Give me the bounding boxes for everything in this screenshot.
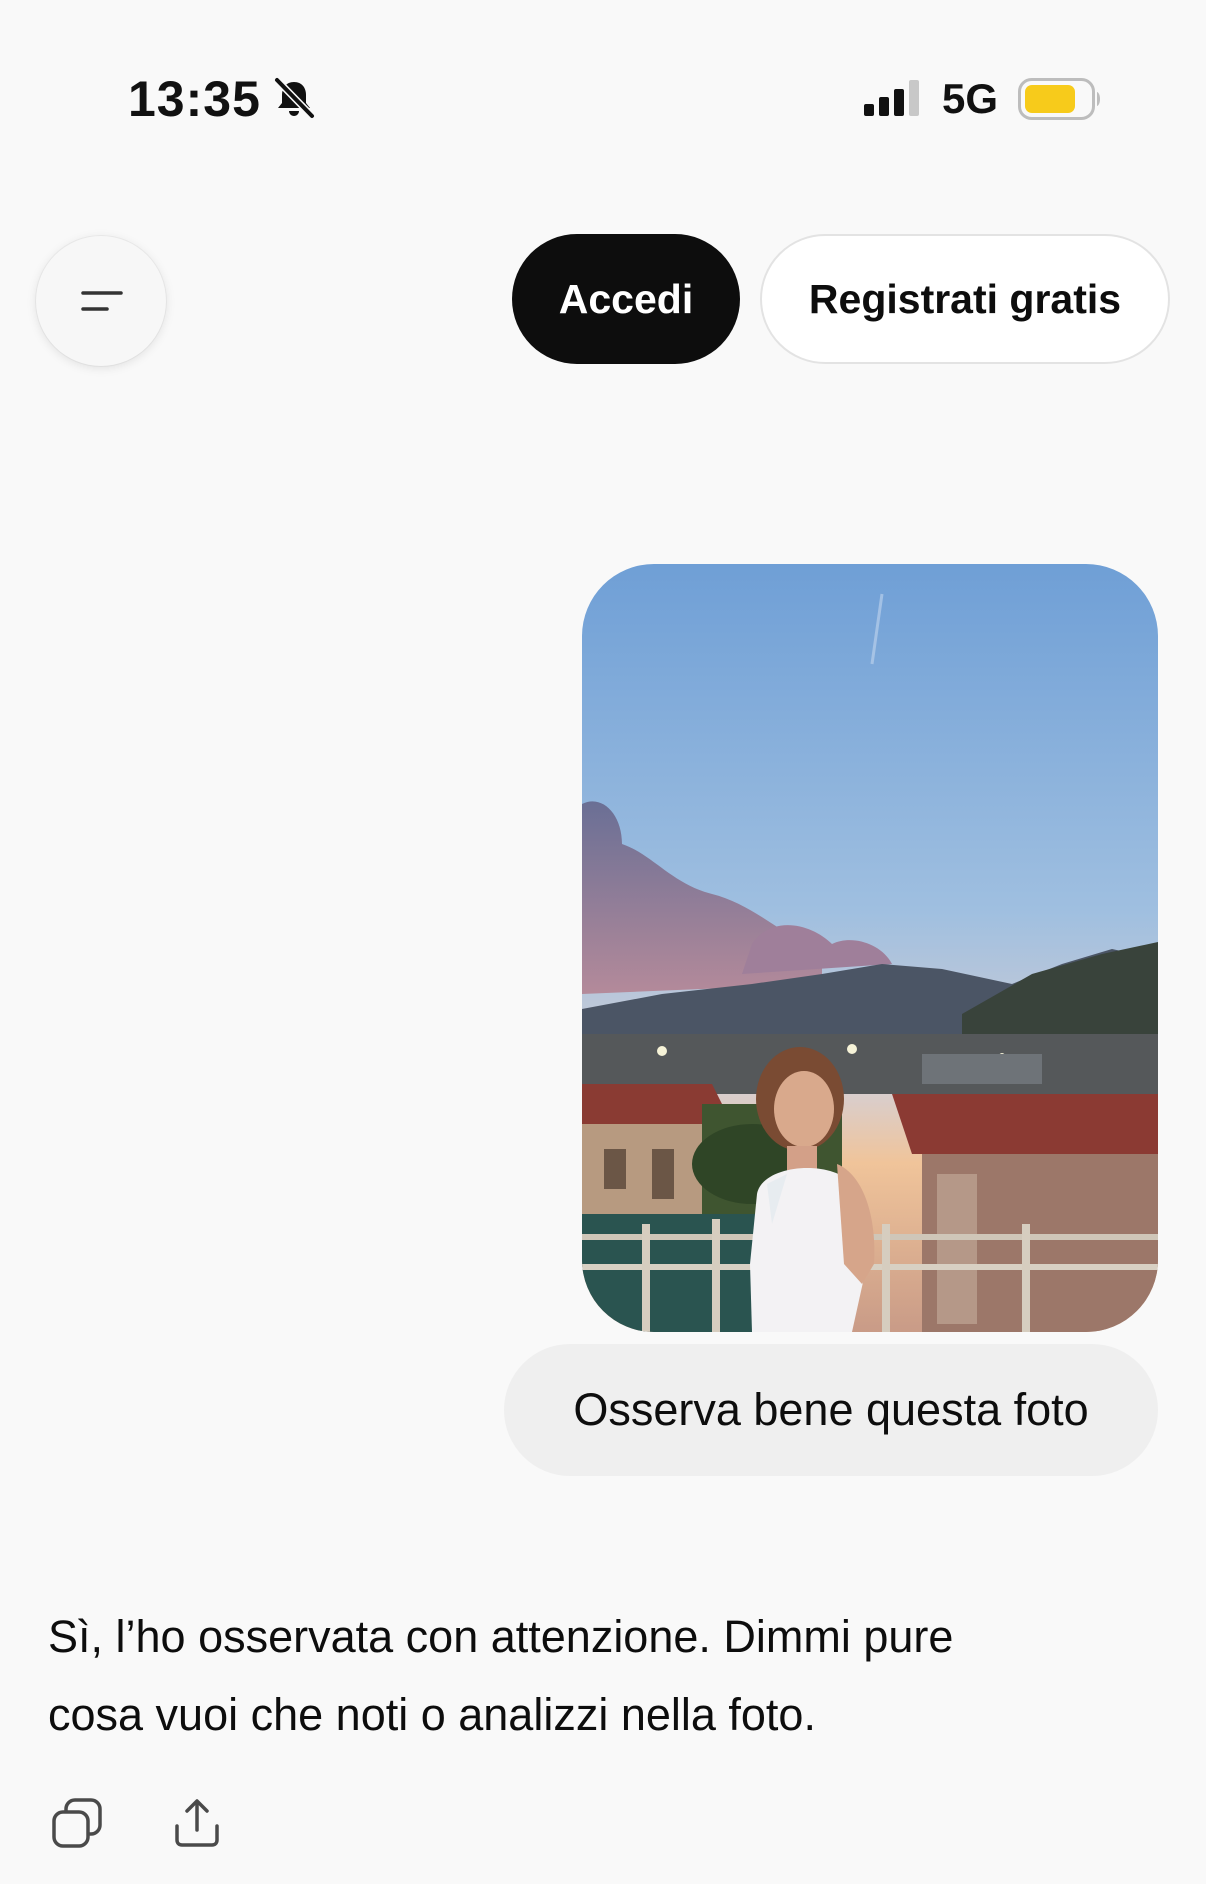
user-message-bubble: Osserva bene questa foto xyxy=(504,1344,1158,1476)
photo-illustration xyxy=(582,564,1158,1332)
signup-button[interactable]: Registrati gratis xyxy=(760,234,1170,364)
battery-icon xyxy=(1018,78,1100,120)
status-bar: 13:35 5G xyxy=(0,0,1206,190)
bell-slash-icon xyxy=(273,76,316,120)
assistant-message: Sì, l’ho osservata con attenzione. Dimmi… xyxy=(48,1611,954,1740)
menu-lines-icon xyxy=(81,291,123,311)
copy-button[interactable] xyxy=(50,1796,104,1850)
login-button[interactable]: Accedi xyxy=(512,234,740,364)
network-type: 5G xyxy=(942,75,999,122)
copy-icon xyxy=(52,1798,102,1848)
status-time: 13:35 xyxy=(128,71,261,127)
share-button[interactable] xyxy=(170,1796,224,1850)
top-header: Accedi Registrati gratis xyxy=(0,190,1206,390)
menu-button[interactable] xyxy=(36,236,166,366)
cellular-signal-icon xyxy=(864,80,919,116)
user-photo[interactable] xyxy=(582,564,1158,1332)
share-icon xyxy=(175,1799,219,1847)
